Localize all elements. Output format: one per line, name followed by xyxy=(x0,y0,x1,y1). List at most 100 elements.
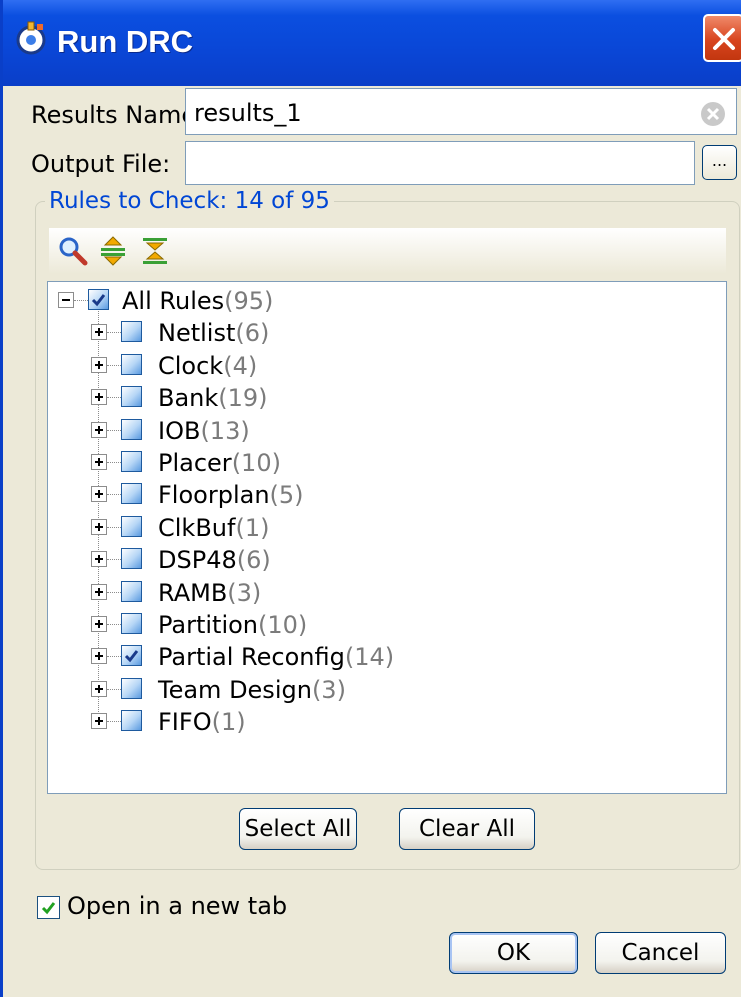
rule-count: (95) xyxy=(224,287,274,315)
rule-count: (10) xyxy=(231,449,281,477)
expand-toggle-icon[interactable] xyxy=(91,551,107,568)
open-new-tab-label: Open in a new tab xyxy=(67,892,288,920)
expand-toggle-icon[interactable] xyxy=(91,583,107,600)
checkmark-icon xyxy=(124,650,139,663)
rule-name: DSP48 xyxy=(158,546,237,575)
expand-toggle-icon[interactable] xyxy=(91,486,107,503)
rule-name: Team Design xyxy=(158,675,312,704)
expand-toggle-icon[interactable] xyxy=(91,389,107,406)
tree-row-ramb[interactable]: RAMB(3) xyxy=(48,576,724,608)
rule-checkbox-fifo[interactable] xyxy=(121,710,142,732)
rule-checkbox-dsp48[interactable] xyxy=(121,548,142,570)
rule-checkbox-clock[interactable] xyxy=(121,353,142,375)
collapse-toggle-icon[interactable] xyxy=(58,292,74,308)
rule-checkbox-ramb[interactable] xyxy=(121,580,142,602)
tree-connector xyxy=(107,688,121,690)
close-button[interactable] xyxy=(703,14,741,62)
rule-name: All Rules xyxy=(122,287,225,315)
expand-toggle-icon[interactable] xyxy=(91,648,107,665)
tree-connector xyxy=(107,364,121,366)
expand-toggle-icon[interactable] xyxy=(91,356,107,373)
checkmark-icon xyxy=(91,294,106,307)
collapse-all-icon[interactable] xyxy=(139,235,171,267)
tree-row-clkbuf[interactable]: ClkBuf(1) xyxy=(48,511,724,543)
tree-connector xyxy=(107,624,121,625)
rule-checkbox-placer[interactable] xyxy=(121,451,142,472)
expand-toggle-icon[interactable] xyxy=(91,713,107,730)
results-name-field[interactable]: results_1 xyxy=(185,88,737,135)
output-file-label: Output File: xyxy=(31,150,171,178)
tree-row-bank[interactable]: Bank(19) xyxy=(48,381,724,413)
rule-checkbox-partial-reconfig[interactable] xyxy=(121,645,142,667)
expand-toggle-icon[interactable] xyxy=(91,680,107,697)
window-title: Run DRC xyxy=(57,24,194,59)
rule-count: (3) xyxy=(227,578,262,607)
rule-checkbox-floorplan[interactable] xyxy=(121,483,142,505)
rule-checkbox-partition[interactable] xyxy=(121,613,142,634)
rule-label-netlist: Netlist(6) xyxy=(158,319,269,347)
tree-row-partition[interactable]: Partition(10) xyxy=(48,608,724,640)
expand-toggle-icon[interactable] xyxy=(91,616,107,632)
expand-toggle-icon[interactable] xyxy=(91,454,107,470)
tree-connector xyxy=(107,656,121,658)
rule-count: (5) xyxy=(269,481,304,510)
expand-toggle-icon[interactable] xyxy=(91,518,107,535)
rule-checkbox-bank[interactable] xyxy=(121,386,142,408)
ok-button[interactable]: OK xyxy=(449,932,578,974)
rule-count: (6) xyxy=(235,319,270,348)
open-new-tab-checkbox[interactable] xyxy=(37,896,60,919)
browse-button[interactable]: ... xyxy=(702,145,737,180)
rule-count: (3) xyxy=(311,675,346,704)
rules-group-title: Rules to Check: 14 of 95 xyxy=(45,188,334,214)
rule-count: (1) xyxy=(235,513,270,542)
close-icon xyxy=(713,28,735,50)
tree-row-netlist[interactable]: Netlist(6) xyxy=(48,316,724,348)
tree-row-partial-reconfig[interactable]: Partial Reconfig(14) xyxy=(48,640,724,672)
rules-tree[interactable]: All Rules(95) Netlist(6) Clock(4) Bank(19) I… xyxy=(47,281,727,794)
tree-row-floorplan[interactable]: Floorplan(5) xyxy=(48,478,724,510)
tree-connector xyxy=(107,332,121,334)
tree-connector xyxy=(107,559,121,561)
tree-row-dsp48[interactable]: DSP48(6) xyxy=(48,543,724,575)
all-rules-checkbox[interactable] xyxy=(88,289,109,310)
all-rules-label: All Rules(95) xyxy=(122,287,273,315)
tree-row-team-design[interactable]: Team Design(3) xyxy=(48,673,724,705)
expand-toggle-icon[interactable] xyxy=(91,421,107,438)
tree-row-fifo[interactable]: FIFO(1) xyxy=(48,705,724,737)
select-all-button[interactable]: Select All xyxy=(239,808,357,850)
cancel-button[interactable]: Cancel xyxy=(595,932,726,974)
output-file-field[interactable] xyxy=(185,141,695,185)
rule-count: (14) xyxy=(344,643,395,672)
rule-name: FIFO xyxy=(158,708,212,737)
rule-checkbox-clkbuf[interactable] xyxy=(121,515,142,537)
run-drc-dialog: Run DRC Results Name: results_1 Output F… xyxy=(0,0,741,997)
rule-name: RAMB xyxy=(158,578,228,607)
rule-label-bank: Bank(19) xyxy=(158,384,268,412)
results-name-value: results_1 xyxy=(194,99,302,127)
tree-row-iob[interactable]: IOB(13) xyxy=(48,414,724,446)
rule-checkbox-team-design[interactable] xyxy=(121,677,142,699)
tree-row-placer[interactable]: Placer(10) xyxy=(48,446,724,478)
search-icon[interactable] xyxy=(57,235,89,267)
rule-label-iob: IOB(13) xyxy=(158,417,250,445)
rule-label-clock: Clock(4) xyxy=(158,352,257,380)
rule-name: Floorplan xyxy=(158,481,270,510)
title-bar[interactable]: Run DRC xyxy=(3,0,741,86)
expand-toggle-icon[interactable] xyxy=(91,324,107,341)
tree-connector xyxy=(107,721,121,723)
tree-row-clock[interactable]: Clock(4) xyxy=(48,349,724,381)
rule-checkbox-iob[interactable] xyxy=(121,418,142,440)
rule-name: Bank xyxy=(158,384,219,413)
rule-name: Clock xyxy=(158,351,224,380)
rule-count: (1) xyxy=(211,708,246,737)
expand-all-icon[interactable] xyxy=(97,235,129,267)
clear-field-icon[interactable] xyxy=(700,101,726,127)
rule-label-ramb: RAMB(3) xyxy=(158,579,261,607)
rule-checkbox-netlist[interactable] xyxy=(121,321,142,343)
rule-count: (19) xyxy=(218,384,268,413)
tree-row-all-rules[interactable]: All Rules(95) xyxy=(48,284,724,316)
rule-label-partition: Partition(10) xyxy=(158,611,307,639)
clear-all-button[interactable]: Clear All xyxy=(399,808,535,850)
tree-connector xyxy=(107,429,121,431)
rule-label-dsp48: DSP48(6) xyxy=(158,546,271,574)
